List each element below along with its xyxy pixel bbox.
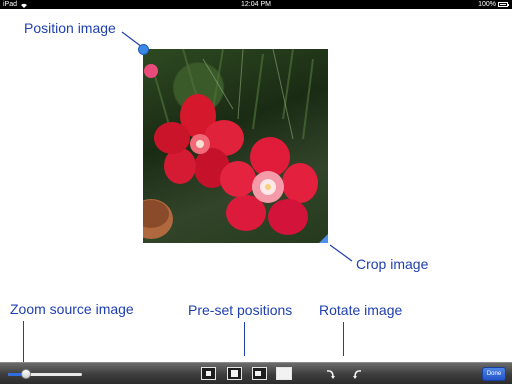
rotate-left-icon[interactable] bbox=[325, 368, 337, 380]
bottom-toolbar: Done bbox=[0, 362, 512, 384]
leader-rotate-image bbox=[343, 322, 344, 356]
position-handle[interactable] bbox=[138, 44, 149, 55]
source-image[interactable] bbox=[143, 49, 328, 243]
callout-rotate-image: Rotate image bbox=[319, 302, 403, 318]
callout-crop-image: Crop image bbox=[356, 256, 429, 272]
zoom-slider-thumb[interactable] bbox=[21, 369, 31, 379]
status-right: 100% bbox=[478, 0, 509, 9]
callout-position-image: Position image bbox=[24, 20, 116, 36]
rotate-right-icon[interactable] bbox=[351, 368, 363, 380]
done-button[interactable]: Done bbox=[482, 367, 506, 381]
preset-medium-button[interactable] bbox=[227, 367, 242, 380]
zoom-slider[interactable] bbox=[8, 369, 82, 379]
callout-zoom-source: Zoom source image bbox=[10, 301, 134, 317]
battery-percentage: 100% bbox=[478, 1, 496, 8]
preset-fill-button[interactable] bbox=[276, 367, 292, 380]
leader-crop-image bbox=[329, 244, 353, 262]
leader-zoom-source bbox=[23, 321, 24, 366]
preset-small-centered-button[interactable] bbox=[201, 367, 216, 380]
flower-photo bbox=[143, 49, 318, 239]
callout-preset-positions: Pre-set positions bbox=[188, 302, 293, 318]
status-time: 12:04 PM bbox=[241, 1, 271, 8]
status-bar: iPad 12:04 PM 100% bbox=[0, 0, 512, 9]
battery-icon bbox=[498, 2, 509, 7]
crop-handle[interactable] bbox=[319, 234, 328, 243]
preset-left-aligned-button[interactable] bbox=[252, 367, 267, 380]
leader-preset-positions bbox=[244, 322, 245, 356]
